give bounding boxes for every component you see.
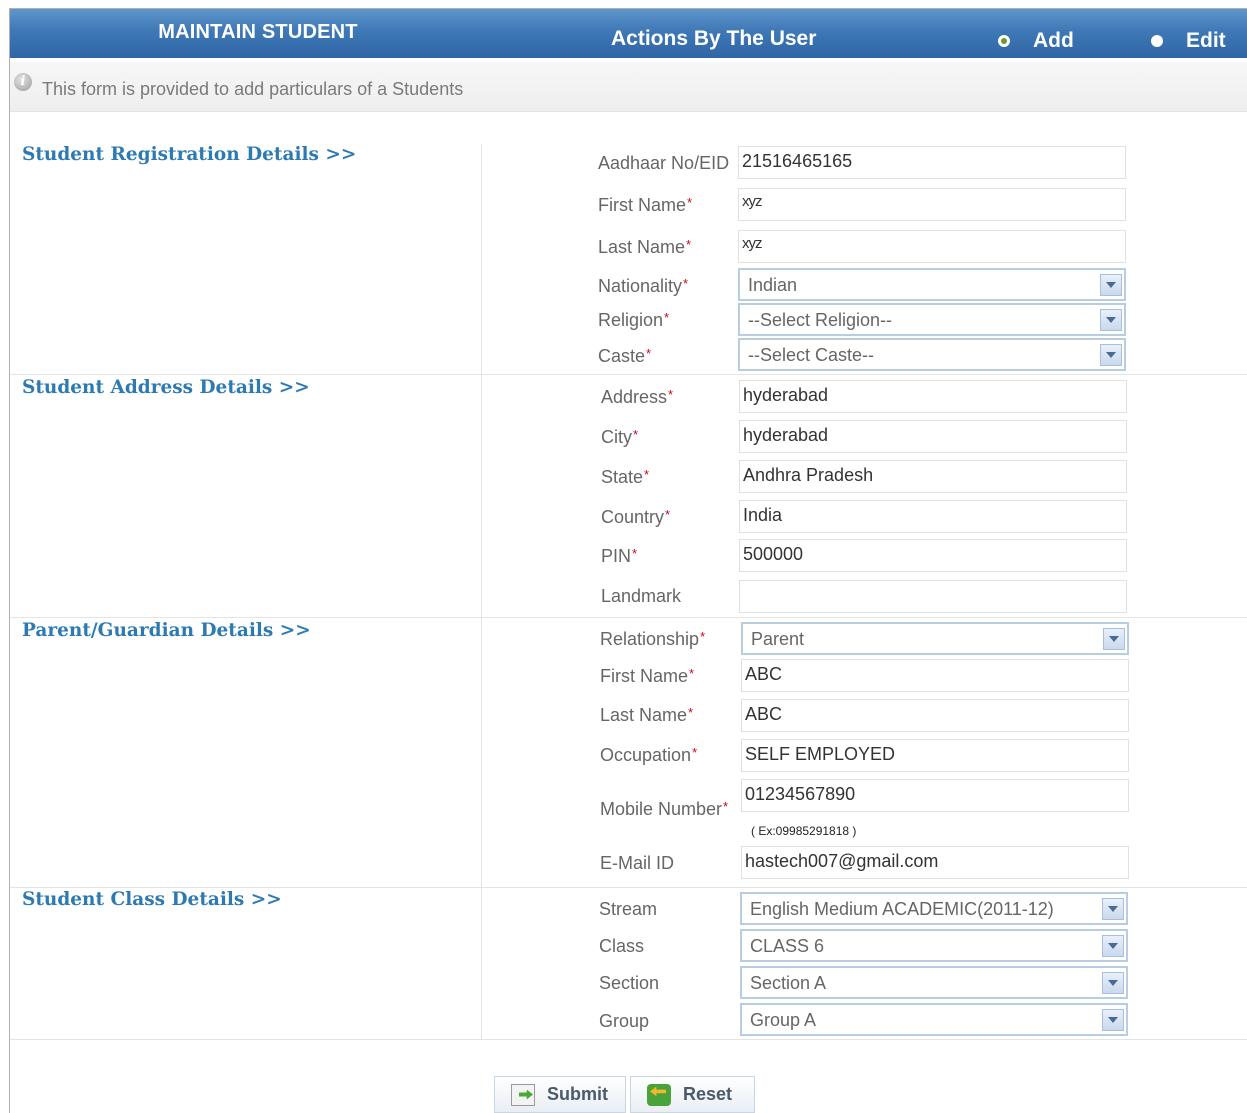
chevron-down-icon xyxy=(1102,1009,1124,1031)
reset-icon xyxy=(647,1083,671,1106)
reset-label: Reset xyxy=(683,1084,733,1104)
mobile-input[interactable]: 01234567890 xyxy=(741,779,1129,812)
mode-add-label: Add xyxy=(1033,29,1074,52)
stream-label: Stream xyxy=(599,899,658,919)
caste-select[interactable]: --Select Caste-- xyxy=(738,338,1126,371)
mobile-label: Mobile Number* xyxy=(600,799,729,819)
column-divider xyxy=(481,144,482,374)
religion-label: Religion* xyxy=(598,310,670,330)
section-label: Section xyxy=(599,973,660,993)
registration-heading: Student Registration Details >> xyxy=(22,144,357,165)
city-label: City* xyxy=(601,427,639,447)
chevron-down-icon xyxy=(1100,344,1122,366)
last-name-label: Last Name* xyxy=(598,237,692,257)
email-input[interactable]: hastech007@gmail.com xyxy=(741,846,1129,879)
address-label: Address* xyxy=(601,387,674,407)
caste-label: Caste* xyxy=(598,346,652,366)
stream-select[interactable]: English Medium ACADEMIC(2011-12) xyxy=(740,892,1128,925)
group-select[interactable]: Group A xyxy=(740,1003,1128,1036)
first-name-input[interactable]: xyz xyxy=(738,188,1126,221)
mode-add-radio[interactable]: Add xyxy=(998,29,1074,53)
landmark-label: Landmark xyxy=(601,586,682,606)
nationality-label: Nationality* xyxy=(598,276,689,296)
class-label: Class xyxy=(599,936,645,956)
header-bar: MAINTAIN STUDENT Actions By The User Add… xyxy=(10,9,1247,58)
radio-selected-icon xyxy=(998,35,1010,47)
chevron-down-icon xyxy=(1103,628,1125,650)
column-divider xyxy=(481,888,482,1039)
submit-label: Submit xyxy=(547,1084,608,1104)
chevron-down-icon xyxy=(1100,274,1122,296)
radio-unselected-icon xyxy=(1151,35,1163,47)
parent-last-name-input[interactable]: ABC xyxy=(741,699,1129,732)
mobile-format-hint: ( Ex:09985291818 ) xyxy=(751,824,857,838)
relationship-label: Relationship* xyxy=(600,629,706,649)
religion-select[interactable]: --Select Religion-- xyxy=(738,303,1126,336)
occupation-input[interactable]: SELF EMPLOYED xyxy=(741,739,1129,772)
state-input[interactable]: Andhra Pradesh xyxy=(739,460,1127,493)
country-label: Country* xyxy=(601,507,671,527)
country-input[interactable]: India xyxy=(739,500,1127,533)
parent-last-name-label: Last Name* xyxy=(600,705,694,725)
chevron-down-icon xyxy=(1102,935,1124,957)
pin-label: PIN* xyxy=(601,546,638,566)
email-label: E-Mail ID xyxy=(600,853,675,873)
address-heading: Student Address Details >> xyxy=(22,377,310,398)
parent-first-name-label: First Name* xyxy=(600,666,695,686)
landmark-input[interactable] xyxy=(739,580,1127,613)
occupation-label: Occupation* xyxy=(600,745,698,765)
aadhaar-label: Aadhaar No/EID xyxy=(598,153,730,173)
info-icon: i xyxy=(14,73,32,91)
state-label: State* xyxy=(601,467,650,487)
nationality-select[interactable]: Indian xyxy=(738,268,1126,301)
section-select[interactable]: Section A xyxy=(740,966,1128,999)
reset-button[interactable]: Reset xyxy=(630,1076,755,1113)
info-text: This form is provided to add particulars… xyxy=(42,79,464,99)
relationship-select[interactable]: Parent xyxy=(741,622,1129,655)
submit-button[interactable]: Submit xyxy=(494,1076,626,1113)
chevron-down-icon xyxy=(1100,309,1122,331)
column-divider xyxy=(481,375,482,617)
first-name-label: First Name* xyxy=(598,195,693,215)
address-input[interactable]: hyderabad xyxy=(739,380,1127,413)
class-select[interactable]: CLASS 6 xyxy=(740,929,1128,962)
page-title: MAINTAIN STUDENT xyxy=(158,21,358,43)
mode-edit-label: Edit xyxy=(1186,29,1226,52)
parent-heading: Parent/Guardian Details >> xyxy=(22,620,311,641)
class-heading: Student Class Details >> xyxy=(22,889,282,910)
chevron-down-icon xyxy=(1102,972,1124,994)
parent-first-name-input[interactable]: ABC xyxy=(741,659,1129,692)
group-label: Group xyxy=(599,1011,650,1031)
actions-label: Actions By The User xyxy=(611,27,817,50)
last-name-input[interactable]: xyz xyxy=(738,230,1126,263)
aadhaar-input[interactable]: 21516465165 xyxy=(738,146,1126,179)
column-divider xyxy=(481,618,482,887)
pin-input[interactable]: 500000 xyxy=(739,539,1127,572)
city-input[interactable]: hyderabad xyxy=(739,420,1127,453)
chevron-down-icon xyxy=(1102,898,1124,920)
mode-edit-radio[interactable]: Edit xyxy=(1151,29,1226,53)
submit-icon xyxy=(511,1083,535,1106)
